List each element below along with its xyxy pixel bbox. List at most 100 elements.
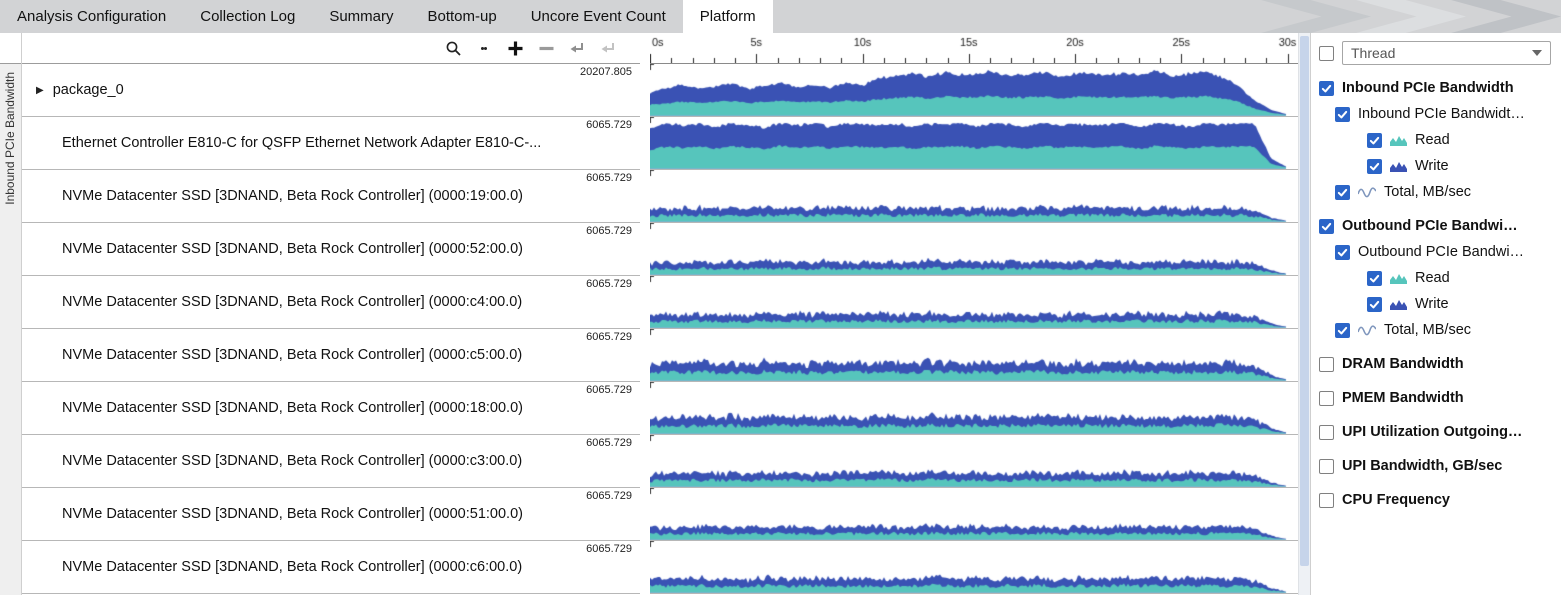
grid-row-nvme-datacenter-ssd-3dnand-beta-rock-controller-0000-18-00-0[interactable]: 6065.729NVMe Datacenter SSD [3DNAND, Bet… (22, 382, 640, 435)
legend-item-write[interactable]: Write (1311, 291, 1561, 317)
area-read-icon (1390, 134, 1407, 146)
row-label-text: NVMe Datacenter SSD [3DNAND, Beta Rock C… (62, 506, 523, 522)
row-area-chart-nvme-datacenter-ssd-3dnand-beta-rock-controller-0000-52-00-0[interactable] (650, 223, 1298, 276)
row-label-line: NVMe Datacenter SSD [3DNAND, Beta Rock C… (22, 170, 640, 222)
legend-item-label: UPI Utilization Outgoing… (1342, 424, 1522, 440)
checkbox[interactable] (1319, 493, 1334, 508)
legend-item-outbound-pcie-bandwi[interactable]: Outbound PCIe Bandwi… (1311, 239, 1561, 265)
tab-collection-log[interactable]: Collection Log (183, 0, 312, 33)
row-label-line: NVMe Datacenter SSD [3DNAND, Beta Rock C… (22, 329, 640, 381)
legend-item-label: Read (1415, 132, 1450, 148)
legend-sidebar: Thread Inbound PCIe BandwidthInbound PCI… (1310, 33, 1561, 595)
grid-row-nvme-datacenter-ssd-3dnand-beta-rock-controller-0000-51-00-0[interactable]: 6065.729NVMe Datacenter SSD [3DNAND, Bet… (22, 488, 640, 541)
grid-row-nvme-datacenter-ssd-3dnand-beta-rock-controller-0000-52-00-0[interactable]: 6065.729NVMe Datacenter SSD [3DNAND, Bet… (22, 223, 640, 276)
tab-platform[interactable]: Platform (683, 0, 773, 33)
chevron-decoration-icon (1356, 0, 1466, 33)
row-max-value: 6065.729 (586, 119, 632, 131)
pane-splitter[interactable] (640, 33, 650, 595)
checkbox[interactable] (1367, 133, 1382, 148)
grid-row-ethernet-controller-e810-c-for-qsfp-ethernet-network-adapter-e810-c[interactable]: 6065.729 Ethernet Controller E810-C for Q… (22, 117, 640, 170)
row-max-value: 6065.729 (586, 225, 632, 237)
legend-item-pmem-bandwidth[interactable]: PMEM Bandwidth (1311, 385, 1561, 411)
tab-bottom-up[interactable]: Bottom-up (411, 0, 514, 33)
checkbox[interactable] (1335, 323, 1350, 338)
legend-item-dram-bandwidth[interactable]: DRAM Bandwidth (1311, 351, 1561, 377)
legend-item-label: DRAM Bandwidth (1342, 356, 1464, 372)
legend-item-label: UPI Bandwidth, GB/sec (1342, 458, 1502, 474)
row-group-column-header (0, 33, 21, 64)
platform-view: Inbound PCIe Bandwidth (0, 33, 1561, 595)
row-area-chart-nvme-datacenter-ssd-3dnand-beta-rock-controller-0000-c4-00-0[interactable] (650, 276, 1298, 329)
row-area-chart-package-0[interactable] (650, 64, 1298, 117)
grid-row-nvme-datacenter-ssd-3dnand-beta-rock-controller-0000-19-00-0[interactable]: 6065.729NVMe Datacenter SSD [3DNAND, Bet… (22, 170, 640, 223)
checkbox[interactable] (1319, 391, 1334, 406)
row-group-label: Inbound PCIe Bandwidth (3, 72, 17, 205)
row-label-line: NVMe Datacenter SSD [3DNAND, Beta Rock C… (22, 276, 640, 328)
checkbox[interactable] (1319, 81, 1334, 96)
legend-item-outbound-pcie-bandwi[interactable]: Outbound PCIe Bandwi… (1311, 213, 1561, 239)
zoom-out-icon[interactable] (536, 38, 556, 58)
legend-item-label: Write (1415, 158, 1449, 174)
row-area-chart-nvme-datacenter-ssd-3dnand-beta-rock-controller-0000-18-00-0[interactable] (650, 382, 1298, 435)
checkbox[interactable] (1335, 107, 1350, 122)
timeline-ruler[interactable] (650, 33, 1298, 64)
legend-item-upi-utilization-outgoing[interactable]: UPI Utilization Outgoing… (1311, 419, 1561, 445)
row-area-chart-nvme-datacenter-ssd-3dnand-beta-rock-controller-0000-c6-00-0[interactable] (650, 541, 1298, 594)
checkbox[interactable] (1335, 245, 1350, 260)
checkbox[interactable] (1319, 219, 1334, 234)
grid-row-package-0[interactable]: 20207.805▶package_0 (22, 64, 640, 117)
checkbox[interactable] (1367, 159, 1382, 174)
checkbox[interactable] (1319, 459, 1334, 474)
thread-dropdown[interactable]: Thread (1342, 41, 1551, 65)
row-area-chart-nvme-datacenter-ssd-3dnand-beta-rock-controller-0000-c3-00-0[interactable] (650, 435, 1298, 488)
legend-item-inbound-pcie-bandwidt[interactable]: Inbound PCIe Bandwidt… (1311, 101, 1561, 127)
row-group-strip[interactable]: Inbound PCIe Bandwidth (0, 64, 21, 595)
grid-row-nvme-datacenter-ssd-3dnand-beta-rock-controller-0000-c3-00-0[interactable]: 6065.729NVMe Datacenter SSD [3DNAND, Bet… (22, 435, 640, 488)
tab-bar: Analysis ConfigurationCollection LogSumm… (0, 0, 1561, 33)
row-group-column: Inbound PCIe Bandwidth (0, 33, 22, 595)
grid-row-nvme-datacenter-ssd-3dnand-beta-rock-controller-0000-c4-00-0[interactable]: 6065.729NVMe Datacenter SSD [3DNAND, Bet… (22, 276, 640, 329)
chart-row-list (650, 64, 1298, 594)
grid-row-nvme-datacenter-ssd-3dnand-beta-rock-controller-0000-c5-00-0[interactable]: 6065.729 NVMe Datacenter SSD [3DNAND, Bet… (22, 329, 640, 382)
legend-item-label: Total, MB/sec (1384, 322, 1471, 338)
checkbox[interactable] (1319, 357, 1334, 372)
legend-item-read[interactable]: Read (1311, 127, 1561, 153)
grid-label-pane: 20207.805▶package_0 6065.729 Ethernet Cont… (22, 33, 640, 595)
row-label-text: Ethernet Controller E810-C for QSFP Ethe… (62, 135, 541, 151)
grid-row-nvme-datacenter-ssd-3dnand-beta-rock-controller-0000-c6-00-0[interactable]: 6065.729NVMe Datacenter SSD [3DNAND, Bet… (22, 541, 640, 594)
row-max-value: 6065.729 (586, 331, 632, 343)
thread-checkbox[interactable] (1319, 46, 1334, 61)
tab-summary[interactable]: Summary (312, 0, 410, 33)
checkbox[interactable] (1367, 271, 1382, 286)
legend-item-total-mb-sec[interactable]: Total, MB/sec (1311, 179, 1561, 205)
vertical-scrollbar[interactable] (1298, 33, 1310, 595)
checkbox[interactable] (1319, 425, 1334, 440)
line-total-icon (1358, 186, 1376, 198)
tab-uncore-event-count[interactable]: Uncore Event Count (514, 0, 683, 33)
legend-item-upi-bandwidth-gb-sec[interactable]: UPI Bandwidth, GB/sec (1311, 453, 1561, 479)
row-label-text: NVMe Datacenter SSD [3DNAND, Beta Rock C… (62, 294, 522, 310)
expand-arrow-icon[interactable]: ▶ (36, 85, 44, 96)
checkbox[interactable] (1335, 185, 1350, 200)
legend-item-read[interactable]: Read (1311, 265, 1561, 291)
legend-item-write[interactable]: Write (1311, 153, 1561, 179)
legend-item-cpu-frequency[interactable]: CPU Frequency (1311, 487, 1561, 513)
zoom-in-icon[interactable] (505, 38, 525, 58)
grid-toolbar (22, 33, 640, 64)
row-label-line: NVMe Datacenter SSD [3DNAND, Beta Rock C… (22, 541, 640, 593)
row-area-chart-nvme-datacenter-ssd-3dnand-beta-rock-controller-0000-19-00-0[interactable] (650, 170, 1298, 223)
undo-zoom-icon[interactable] (567, 38, 587, 58)
redo-zoom-icon[interactable] (598, 38, 618, 58)
search-options-icon[interactable] (474, 38, 494, 58)
checkbox[interactable] (1367, 297, 1382, 312)
search-icon[interactable] (443, 38, 463, 58)
row-max-value: 6065.729 (586, 437, 632, 449)
row-area-chart-ethernet-controller-e810-c-for-qsfp-ethernet-network-adapter-e810-c[interactable] (650, 117, 1298, 170)
legend-item-total-mb-sec[interactable]: Total, MB/sec (1311, 317, 1561, 343)
row-area-chart-nvme-datacenter-ssd-3dnand-beta-rock-controller-0000-c5-00-0[interactable] (650, 329, 1298, 382)
tab-analysis-configuration[interactable]: Analysis Configuration (0, 0, 183, 33)
row-label-text: NVMe Datacenter SSD [3DNAND, Beta Rock C… (62, 347, 522, 363)
scrollbar-thumb[interactable] (1300, 36, 1309, 566)
row-area-chart-nvme-datacenter-ssd-3dnand-beta-rock-controller-0000-51-00-0[interactable] (650, 488, 1298, 541)
legend-item-inbound-pcie-bandwidth[interactable]: Inbound PCIe Bandwidth (1311, 75, 1561, 101)
